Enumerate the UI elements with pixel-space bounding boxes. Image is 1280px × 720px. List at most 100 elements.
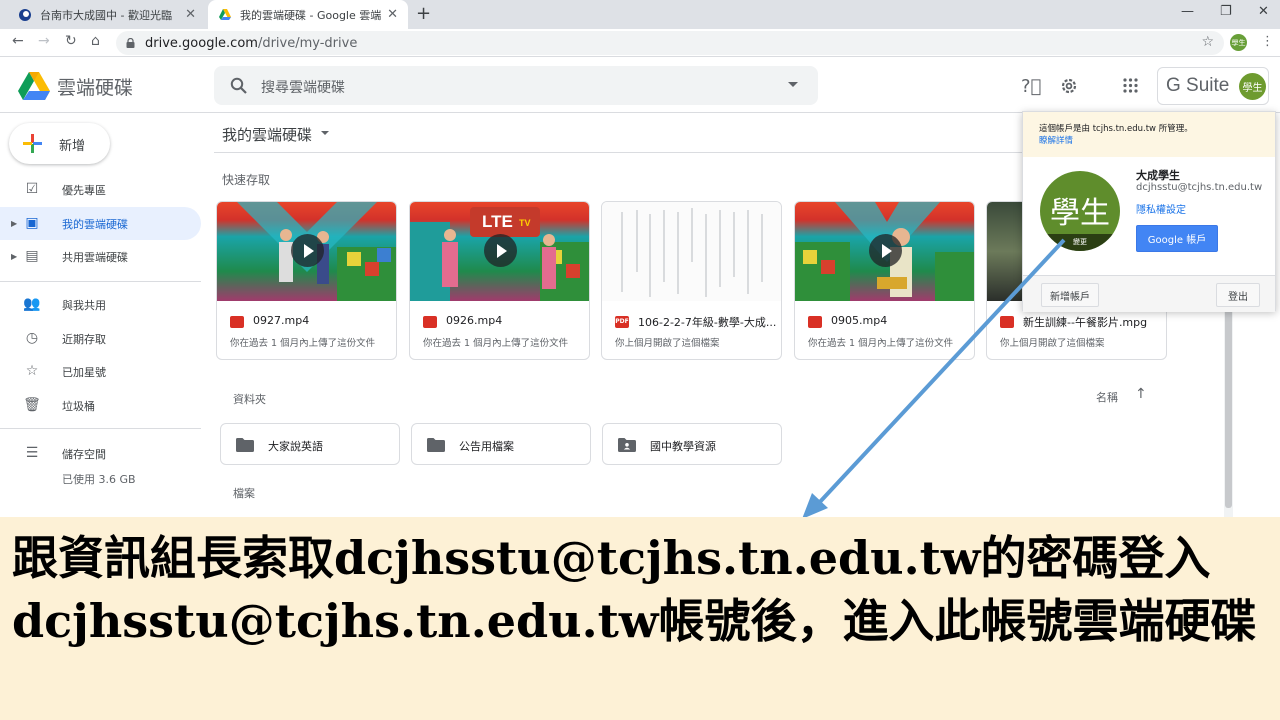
forward-icon[interactable]: → [38,33,50,49]
sidebar-item-my-drive[interactable]: ▶ ▣ 我的雲端硬碟 [0,207,201,240]
storage-used-text: 已使用 3.6 GB [62,473,136,486]
quick-access-heading: 快速存取 [222,173,271,187]
sidebar-item-label: 垃圾桶 [62,399,95,413]
close-icon[interactable]: ✕ [387,7,398,22]
sidebar-item-priority[interactable]: ☑ 優先專區 [0,173,201,206]
drive-logo-icon[interactable] [18,72,50,100]
sidebar-divider [0,281,201,282]
priority-icon: ☑ [25,180,39,197]
back-icon[interactable]: ← [12,33,24,49]
account-email: dcjhsstu@tcjhs.tn.edu.tw [1136,182,1263,193]
folder-name: 公告用檔案 [459,440,514,453]
account-popup-footer: 新增帳戶 登出 [1023,275,1275,312]
sort-by-name-button[interactable]: 名稱 [1096,389,1118,405]
browser-menu-icon[interactable]: ⋮ [1261,34,1274,49]
settings-gear-icon[interactable] [1060,77,1078,95]
breadcrumb[interactable]: 我的雲端硬碟 [222,124,312,145]
drive-favicon-icon [219,8,231,20]
managed-account-banner: 這個帳戶是由 tcjhs.tn.edu.tw 所管理。 瞭解詳情 [1023,112,1275,157]
account-avatar[interactable]: 學生 變更 [1040,171,1120,251]
file-activity: 你在過去 1 個月內上傳了這份文件 [423,338,569,349]
maximize-icon[interactable]: ❐ [1220,4,1232,19]
search-icon[interactable] [230,77,247,94]
privacy-settings-link[interactable]: 隱私權設定 [1136,201,1186,216]
chevron-down-icon[interactable] [321,131,329,135]
quick-access-card[interactable]: 0927.mp4 你在過去 1 個月內上傳了這份文件 [216,201,397,360]
file-activity: 你上個月開啟了這個檔案 [615,338,720,349]
video-thumbnail [217,202,396,301]
document-lines-illustration [621,208,763,297]
instruction-caption: 跟資訊組長索取dcjhsstu@tcjhs.tn.edu.tw的密碼登入dcjh… [0,517,1280,720]
file-activity: 你在過去 1 個月內上傳了這份文件 [808,338,954,349]
shared-drives-icon: ▤ [25,247,39,264]
tab-label: 我的雲端硬碟 - Google 雲端硬碟 [240,8,382,22]
sidebar-item-label: 儲存空間 [62,447,106,461]
quick-access-card[interactable]: LTE TV 0926.mp4 你在過去 1 個月內上傳了這份文件 [409,201,590,360]
shared-with-me-icon: 👥 [23,295,41,312]
bookmark-star-icon[interactable]: ☆ [1201,34,1214,50]
folder-item[interactable]: 國中教學資源 [602,423,782,465]
help-icon[interactable]: ?⃝ [1021,76,1041,97]
folder-item[interactable]: 公告用檔案 [411,423,591,465]
folder-item[interactable]: 大家說英語 [220,423,400,465]
url-path: /drive/my-drive [257,35,358,51]
browser-tabstrip: 台南市大成國中 - 歡迎光臨 ✕ 我的雲端硬碟 - Google 雲端硬碟 ✕ … [0,0,1280,29]
video-thumbnail [795,202,974,301]
sidebar-item-shared-with-me[interactable]: 👥 與我共用 [0,288,201,321]
play-icon[interactable] [484,234,517,267]
close-icon[interactable]: ✕ [185,7,196,22]
google-account-button[interactable]: Google 帳戶 [1136,225,1218,252]
home-icon[interactable]: ⌂ [91,33,100,49]
file-name: 新生訓練--午餐影片.mpg [1023,316,1148,329]
file-name: 0905.mp4 [831,314,888,327]
sidebar-item-label: 近期存取 [62,332,106,346]
play-icon[interactable] [869,234,902,267]
sidebar-divider [0,428,201,429]
tab-label: 台南市大成國中 - 歡迎光臨 [40,8,172,22]
search-bar[interactable]: 搜尋雲端硬碟 [214,66,818,105]
browser-profile-avatar[interactable]: 學生 [1230,34,1247,51]
address-bar[interactable]: drive.google.com/drive/my-drive ☆ [116,31,1224,55]
folder-name: 國中教學資源 [650,440,716,453]
new-button-label: 新增 [59,139,86,154]
new-button[interactable]: 新增 [9,123,110,164]
browser-tab-drive[interactable]: 我的雲端硬碟 - Google 雲端硬碟 ✕ [208,0,408,29]
tv-logo-text: TV [519,218,531,228]
star-icon: ☆ [25,362,39,379]
learn-more-link[interactable]: 瞭解詳情 [1039,134,1073,146]
expand-caret-icon[interactable]: ▶ [11,219,17,228]
file-name: 106-2-2-7年級-數學-大成... [638,316,776,329]
video-thumbnail: LTE TV [410,202,589,301]
close-window-icon[interactable]: ✕ [1258,4,1269,19]
new-tab-icon[interactable]: + [416,3,431,24]
apps-grid-icon[interactable] [1123,78,1138,93]
lock-icon [126,38,135,48]
account-button[interactable]: G Suite 學生 [1157,67,1269,105]
sidebar-item-storage[interactable]: ☰ 儲存空間 [0,437,201,470]
sort-direction-arrow-icon[interactable]: ↑ [1135,386,1147,402]
sign-out-button[interactable]: 登出 [1216,283,1260,307]
file-name: 0926.mp4 [446,314,503,327]
change-photo-button[interactable]: 變更 [1040,234,1120,251]
quick-access-card[interactable]: PDF 106-2-2-7年級-數學-大成... 你上個月開啟了這個檔案 [601,201,782,360]
recent-icon: ◷ [25,329,39,346]
video-file-icon [808,316,822,328]
app-title: 雲端硬碟 [57,77,134,99]
quick-access-card[interactable]: 0905.mp4 你在過去 1 個月內上傳了這份文件 [794,201,975,360]
play-icon[interactable] [291,234,324,267]
sidebar-item-starred[interactable]: ☆ 已加星號 [0,355,201,388]
sidebar-item-shared-drives[interactable]: ▶ ▤ 共用雲端硬碟 [0,240,201,273]
folders-heading: 資料夾 [233,393,266,406]
reload-icon[interactable]: ↻ [65,33,77,49]
plus-icon [23,134,42,153]
add-account-button[interactable]: 新增帳戶 [1041,283,1099,307]
sidebar-item-recent[interactable]: ◷ 近期存取 [0,322,201,355]
file-activity: 你上個月開啟了這個檔案 [1000,338,1105,349]
avatar: 學生 [1239,73,1266,100]
school-favicon-icon [19,8,31,21]
sidebar-item-trash[interactable]: 🗑 垃圾桶 [0,389,201,422]
minimize-icon[interactable]: — [1181,4,1194,19]
search-options-icon[interactable] [788,82,798,87]
browser-tab-school[interactable]: 台南市大成國中 - 歡迎光臨 ✕ [8,0,206,29]
expand-caret-icon[interactable]: ▶ [11,252,17,261]
